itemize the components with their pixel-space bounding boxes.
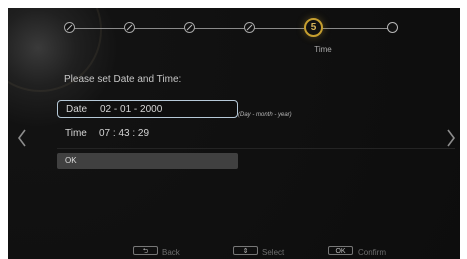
step-5-active: 5 <box>304 18 323 37</box>
date-label: Date <box>66 103 88 115</box>
step-6-pending <box>387 22 398 33</box>
date-time-prompt: Please set Date and Time: <box>64 74 182 85</box>
date-field[interactable]: Date 02 - 01 - 2000 <box>57 100 238 118</box>
ok-key-icon: OK <box>328 246 353 255</box>
form-divider <box>57 148 455 149</box>
step-4-check-icon <box>244 22 255 33</box>
back-key-icon: ⮌ <box>133 246 158 255</box>
back-hint-label: Back <box>162 248 180 257</box>
next-arrow-icon[interactable] <box>445 128 457 148</box>
progress-line <box>66 28 396 29</box>
date-format-hint: (Day - month - year) <box>238 112 292 118</box>
time-field[interactable]: Time 07 : 43 : 29 <box>57 124 238 142</box>
active-step-label: Time <box>314 45 332 54</box>
confirm-hint-label: Confirm <box>358 248 387 257</box>
step-3-check-icon <box>184 22 195 33</box>
time-label: Time <box>65 127 87 139</box>
date-value: 02 - 01 - 2000 <box>100 103 163 115</box>
step-2-check-icon <box>124 22 135 33</box>
step-1-check-icon <box>64 22 75 33</box>
setup-screen: 5 Time Please set Date and Time: Date 02… <box>8 8 460 259</box>
select-key-icon: ⇕ <box>233 246 258 255</box>
previous-arrow-icon[interactable] <box>16 128 28 148</box>
select-hint-label: Select <box>262 248 285 257</box>
time-value: 07 : 43 : 29 <box>99 127 150 139</box>
footer-key-hints: ⮌ Back ⇕ Select OK Confirm <box>8 242 460 259</box>
ok-button[interactable]: OK <box>57 153 238 169</box>
